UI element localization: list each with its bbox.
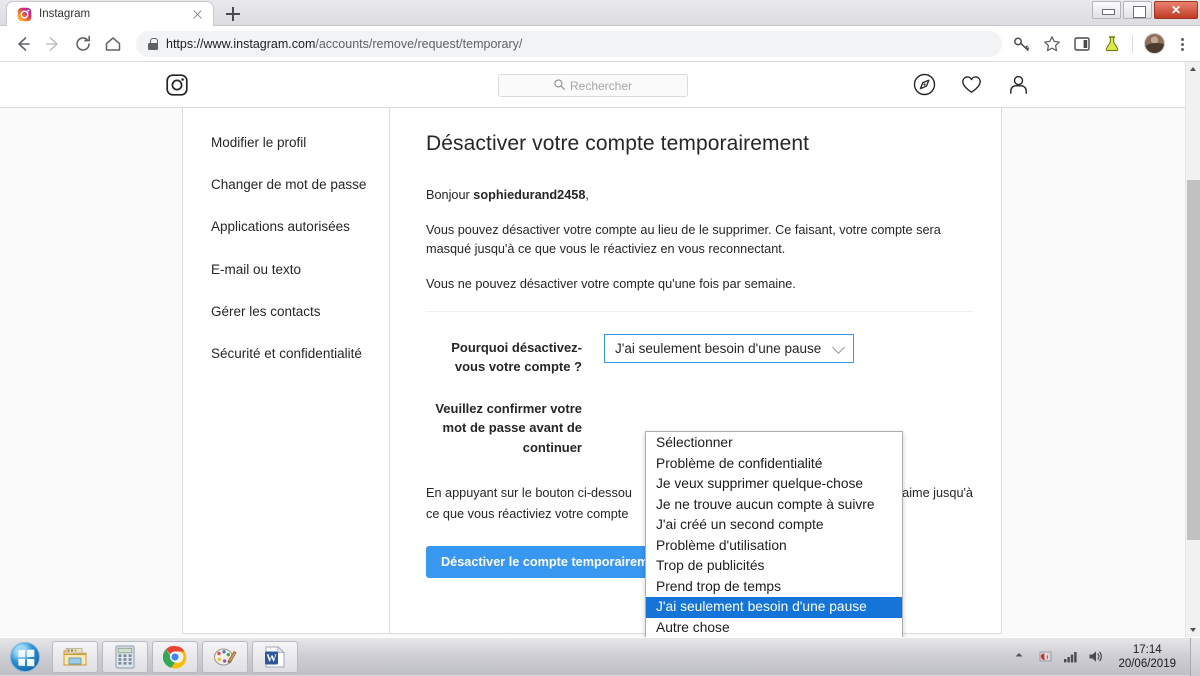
search-input[interactable]: Rechercher <box>498 74 688 97</box>
file-explorer-icon[interactable] <box>52 641 98 673</box>
sidebar-item-applications-autorisees[interactable]: Applications autorisées <box>183 206 389 248</box>
option-prend-trop-de-temps[interactable]: Prend trop de temps <box>646 577 902 598</box>
reason-select-dropdown[interactable]: Sélectionner Problème de confidentialité… <box>645 431 903 637</box>
plus-icon[interactable] <box>220 2 246 26</box>
scrollbar-thumb[interactable] <box>1187 180 1200 540</box>
option-besoin-dune-pause[interactable]: J'ai seulement besoin d'une pause <box>646 597 902 618</box>
username: sophiedurand2458 <box>473 188 585 202</box>
reason-select-value: J'ai seulement besoin d'une pause <box>615 341 833 356</box>
browser-toolbar: https://www.instagram.com/accounts/remov… <box>0 26 1200 62</box>
word-icon[interactable]: W <box>252 641 298 673</box>
greeting-suffix: , <box>585 188 589 202</box>
volume-icon[interactable] <box>1087 648 1104 665</box>
option-trop-de-publicites[interactable]: Trop de publicités <box>646 556 902 577</box>
greeting-prefix: Bonjour <box>426 188 473 202</box>
url-host: https://www.instagram.com <box>166 37 315 51</box>
svg-text:W: W <box>266 653 277 664</box>
divider-top <box>426 311 973 312</box>
paint-icon[interactable] <box>202 641 248 673</box>
explore-compass-icon[interactable] <box>913 73 936 96</box>
bottom-note-left: En appuyant sur le bouton ci-dessou <box>426 486 632 500</box>
option-probleme-utilisation[interactable]: Problème d'utilisation <box>646 536 902 557</box>
back-arrow-icon[interactable] <box>8 29 38 59</box>
sidebar-item-changer-mot-de-passe[interactable]: Changer de mot de passe <box>183 164 389 206</box>
lock-icon <box>148 38 158 50</box>
url-text: https://www.instagram.com/accounts/remov… <box>166 37 522 51</box>
close-x-glyph: ✕ <box>1155 2 1197 18</box>
paragraph-once-per-week: Vous ne pouvez désactiver votre compte q… <box>426 275 973 295</box>
calculator-icon[interactable] <box>102 641 148 673</box>
reload-icon[interactable] <box>68 29 98 59</box>
greeting-line: Bonjour sophiedurand2458, <box>426 186 973 206</box>
instagram-camera-logo[interactable] <box>166 74 188 96</box>
search-placeholder: Rechercher <box>570 79 632 93</box>
instagram-favicon <box>17 7 32 22</box>
browser-titlebar: Instagram ✕ <box>0 0 1200 26</box>
system-tray: 17:14 20/06/2019 <box>1012 643 1190 671</box>
search-icon <box>554 77 565 95</box>
page-scrollbar[interactable] <box>1185 62 1200 637</box>
antivirus-icon[interactable] <box>1037 648 1054 665</box>
show-hidden-arrow-icon[interactable] <box>1012 648 1029 665</box>
reason-form-row: Pourquoi désactivez-vous votre compte ? … <box>426 334 973 377</box>
flask-experiments-icon[interactable] <box>1098 30 1126 58</box>
option-second-compte[interactable]: J'ai créé un second compte <box>646 515 902 536</box>
password-label: Veuillez confirmer votre mot de passe av… <box>426 395 604 458</box>
chrome-icon[interactable] <box>152 641 198 673</box>
toolbar-right-icons <box>1008 30 1192 58</box>
network-signal-icon[interactable] <box>1062 648 1079 665</box>
option-aucun-compte-a-suivre[interactable]: Je ne trouve aucun compte à suivre <box>646 495 902 516</box>
three-dot-menu-icon[interactable] <box>1172 32 1192 56</box>
close-icon[interactable]: ✕ <box>1154 1 1198 19</box>
windows-taskbar: W <box>0 637 1200 675</box>
key-icon[interactable] <box>1008 30 1036 58</box>
page-title: Désactiver votre compte temporairement <box>426 132 973 156</box>
instagram-nav-icons <box>913 73 1030 96</box>
option-probleme-confidentialite[interactable]: Problème de confidentialité <box>646 454 902 475</box>
option-supprimer-quelque-chose[interactable]: Je veux supprimer quelque-chose <box>646 474 902 495</box>
browser-tab-instagram[interactable]: Instagram <box>6 1 214 26</box>
sidebar-item-modifier-le-profil[interactable]: Modifier le profil <box>183 122 389 164</box>
browser-window: Instagram ✕ https://www.insta <box>0 0 1200 675</box>
show-desktop-button[interactable] <box>1190 638 1200 676</box>
deactivate-account-button[interactable]: Désactiver le compte temporairement <box>426 546 682 578</box>
star-bookmark-icon[interactable] <box>1038 30 1066 58</box>
paragraph-deactivate-info: Vous pouvez désactiver votre compte au l… <box>426 221 973 260</box>
sidebar-item-securite-confidentialite[interactable]: Sécurité et confidentialité <box>183 333 389 375</box>
url-path: /accounts/remove/request/temporary/ <box>315 37 522 51</box>
address-bar[interactable]: https://www.instagram.com/accounts/remov… <box>136 31 1002 57</box>
tab-title: Instagram <box>39 8 183 20</box>
maximize-icon[interactable] <box>1123 1 1152 19</box>
home-icon[interactable] <box>98 29 128 59</box>
side-panel-icon[interactable] <box>1068 30 1096 58</box>
reason-label: Pourquoi désactivez-vous votre compte ? <box>426 334 604 377</box>
reason-select[interactable]: J'ai seulement besoin d'une pause <box>604 334 854 363</box>
window-controls: ✕ <box>1092 1 1198 19</box>
sidebar-item-email-ou-texto[interactable]: E-mail ou texto <box>183 249 389 291</box>
windows-start-orb[interactable] <box>2 640 48 674</box>
instagram-header: Rechercher <box>0 62 1185 108</box>
scroll-up-arrow-icon[interactable] <box>1186 62 1200 77</box>
scroll-down-arrow-icon[interactable] <box>1186 622 1200 637</box>
profile-person-icon[interactable] <box>1007 73 1030 96</box>
taskbar-clock[interactable]: 17:14 20/06/2019 <box>1112 643 1182 671</box>
forward-arrow-icon[interactable] <box>38 29 68 59</box>
bottom-note-right: 'aime jusqu'à <box>900 483 973 503</box>
bottom-note-line2: ce que vous réactiviez votre compte <box>426 507 628 521</box>
toolbar-divider <box>1132 35 1133 53</box>
option-autre-chose[interactable]: Autre chose <box>646 618 902 638</box>
tab-strip: Instagram <box>0 0 246 26</box>
avatar[interactable] <box>1144 33 1165 54</box>
settings-sidebar: Modifier le profil Changer de mot de pas… <box>183 108 390 633</box>
chevron-down-icon <box>833 342 845 354</box>
clock-date: 20/06/2019 <box>1118 657 1176 671</box>
close-icon[interactable] <box>190 7 205 22</box>
option-selectionner[interactable]: Sélectionner <box>646 433 902 454</box>
sidebar-item-gerer-les-contacts[interactable]: Gérer les contacts <box>183 291 389 333</box>
minimize-icon[interactable] <box>1092 1 1121 19</box>
clock-time: 17:14 <box>1118 643 1176 657</box>
activity-heart-icon[interactable] <box>960 73 983 96</box>
page-viewport: Rechercher Modifier le profil Changer de… <box>0 62 1200 637</box>
